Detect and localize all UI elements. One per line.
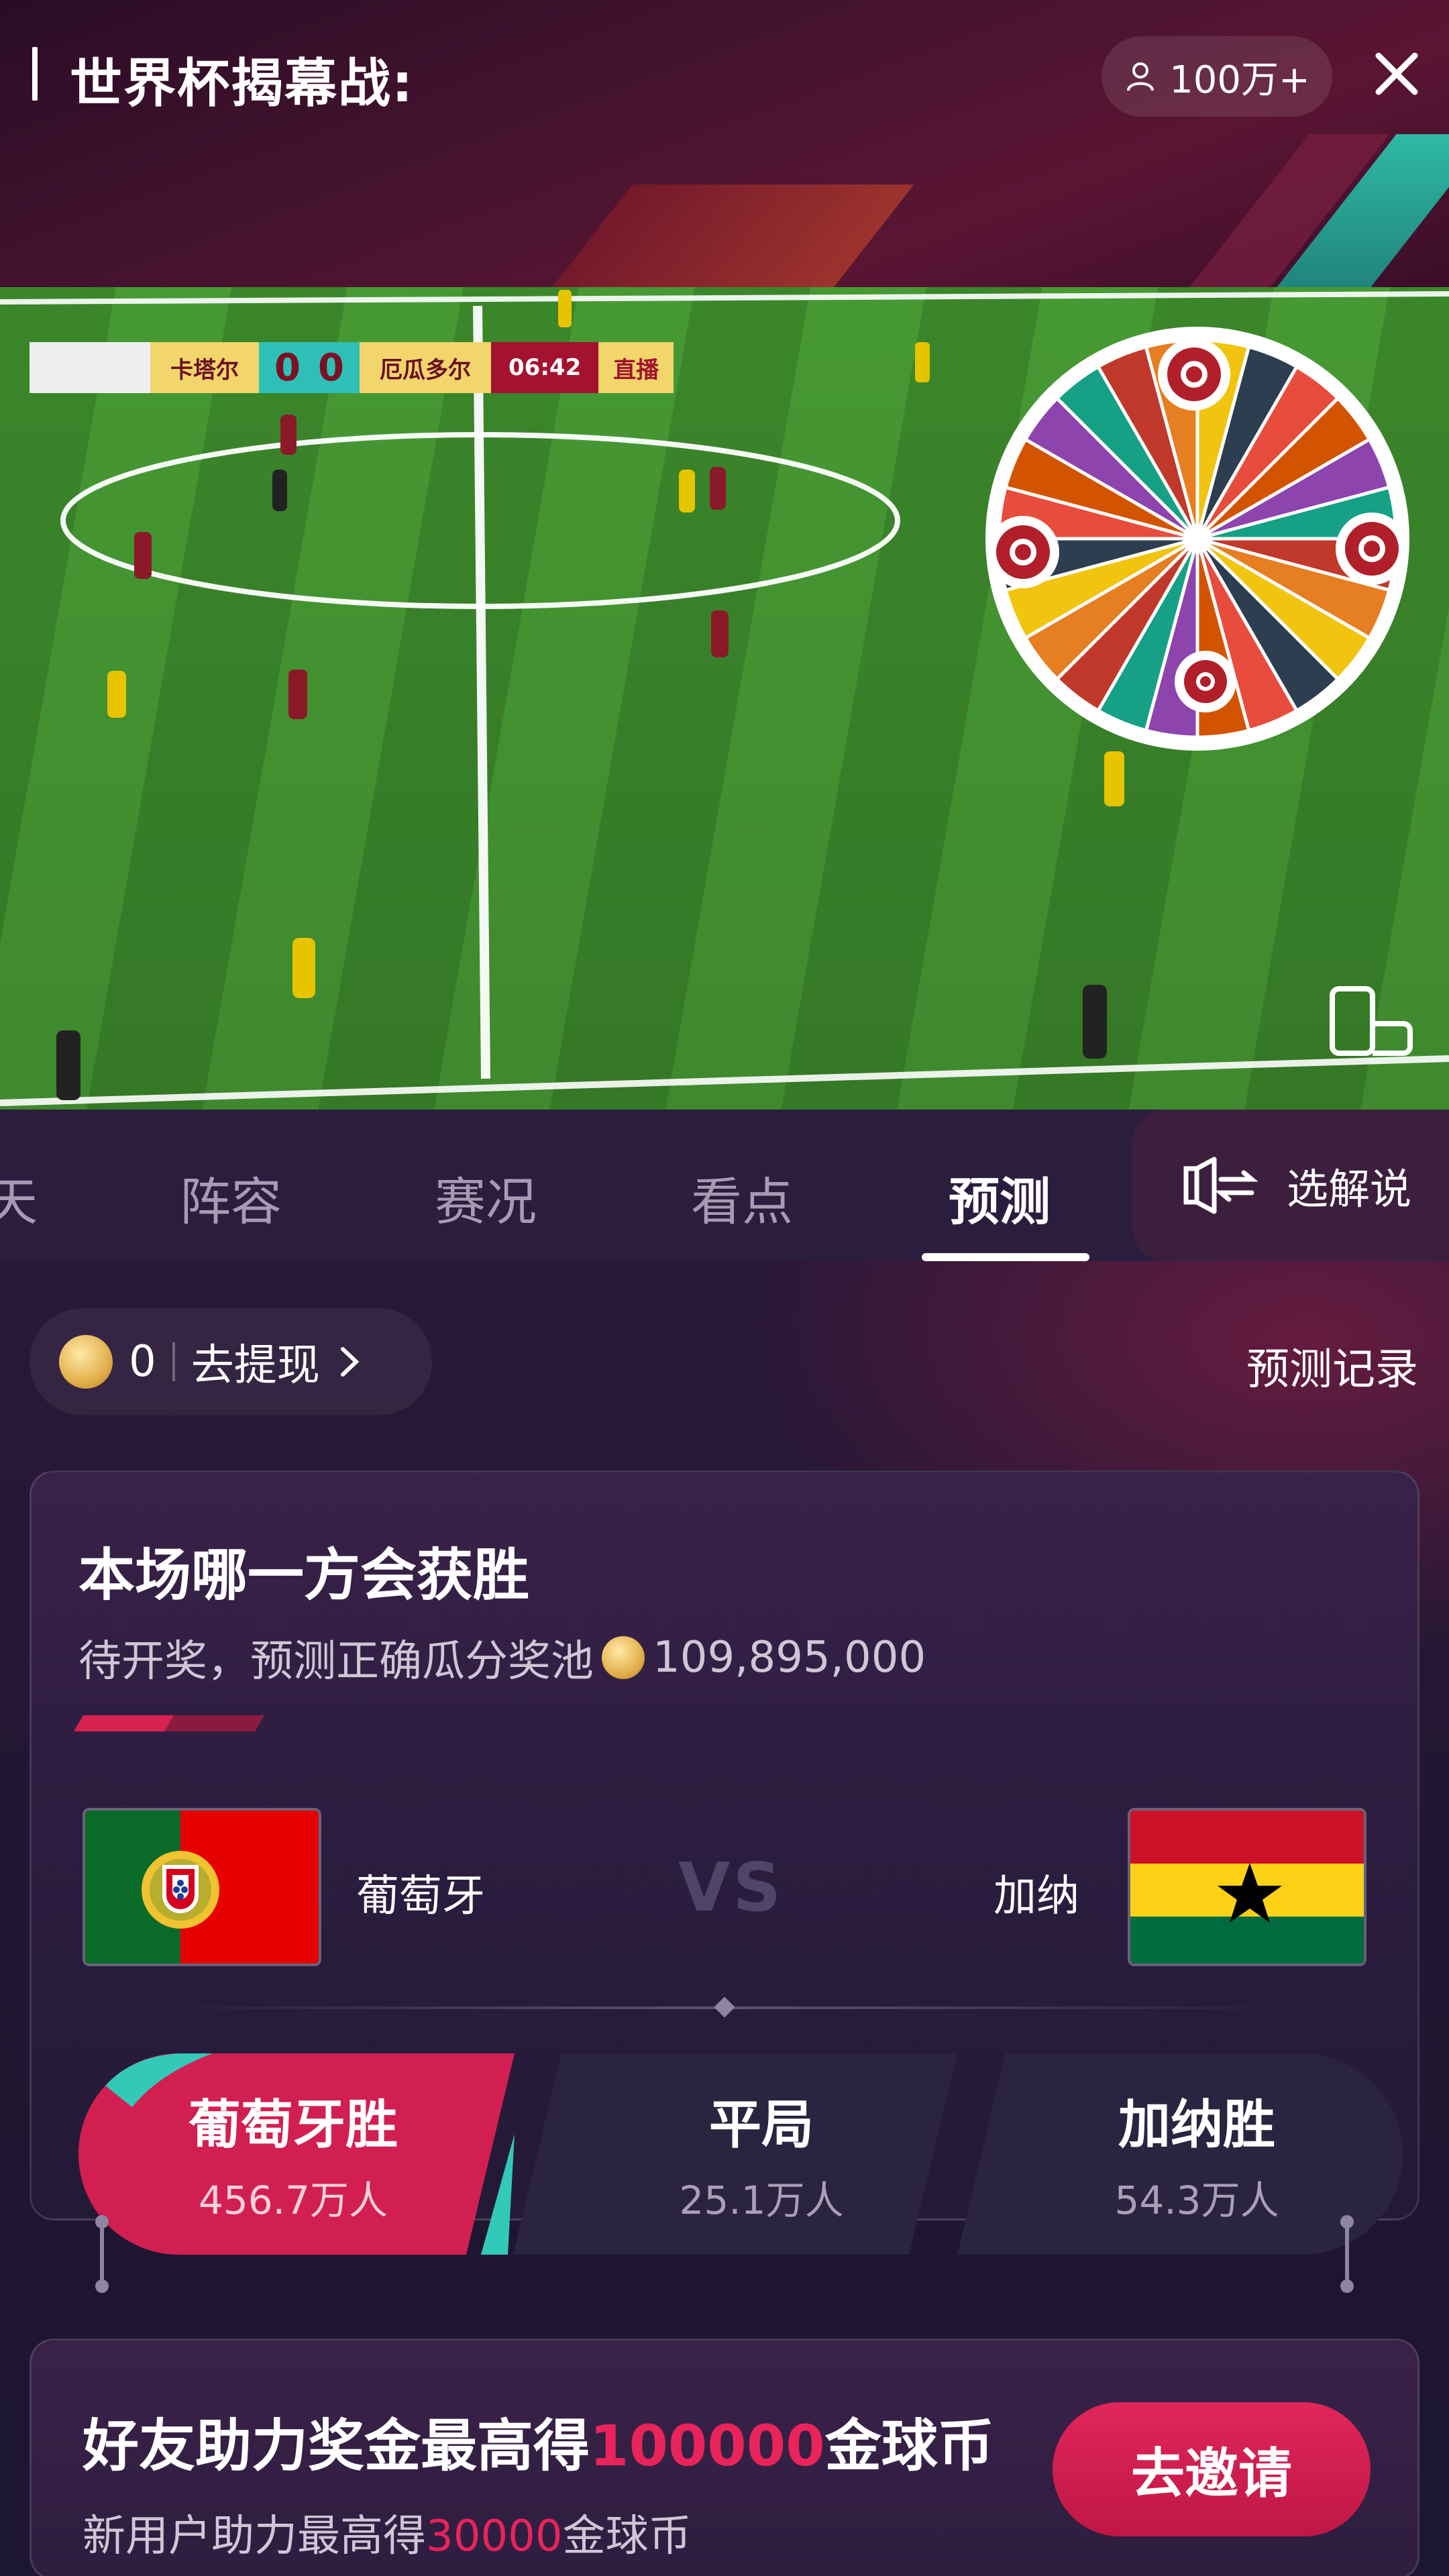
option-count: 54.3万人 bbox=[1114, 2178, 1279, 2223]
tab-bar: 天 阵容 赛况 看点 预测 选解说 bbox=[0, 1110, 1449, 1261]
prize-pool-amount: 109,895,000 bbox=[653, 1633, 926, 1682]
prize-pool: 待开奖，预测正确瓜分奖池 109,895,000 bbox=[78, 1627, 926, 1688]
prize-pool-label: 待开奖，预测正确瓜分奖池 bbox=[78, 1637, 594, 1686]
select-commentary-label: 选解说 bbox=[1287, 1165, 1412, 1214]
away-team: 厄瓜多尔 bbox=[360, 342, 491, 393]
tab-highlights[interactable]: 看点 bbox=[691, 1161, 793, 1234]
invite-button[interactable]: 去邀请 bbox=[1053, 2402, 1371, 2536]
viewer-count-text: 100万+ bbox=[1169, 58, 1310, 102]
away-team-name: 加纳 bbox=[994, 1872, 1079, 1921]
home-team-name: 葡萄牙 bbox=[356, 1872, 485, 1921]
card-connector bbox=[95, 2215, 109, 2293]
match-time: 06:42 bbox=[491, 342, 599, 393]
players bbox=[134, 415, 729, 719]
option-count: 456.7万人 bbox=[198, 2178, 388, 2223]
scoreboard: 卡塔尔 0 0 厄瓜多尔 06:42 直播 bbox=[30, 341, 674, 394]
option-label: 平局 bbox=[708, 2095, 814, 2155]
prize-wheel[interactable] bbox=[969, 311, 1426, 767]
active-tab-indicator bbox=[922, 1253, 1089, 1261]
invite-card: 好友助力奖金最高得100000金球币 新用户助力最高得30000金球币 去邀请 bbox=[30, 2339, 1419, 2576]
prediction-options: 葡萄牙胜 456.7万人 平局 25.1万人 加纳胜 54.3万人 bbox=[78, 2053, 1403, 2255]
prediction-panel: 0 去提现 预测记录 本场哪一方会获胜 待开奖，预测正确瓜分奖池 109,895… bbox=[0, 1261, 1449, 2576]
live-video-player[interactable]: 卡塔尔 0 0 厄瓜多尔 06:42 直播 bbox=[0, 287, 1449, 1110]
tab-lineup[interactable]: 阵容 bbox=[180, 1161, 282, 1234]
tab-prediction[interactable]: 预测 bbox=[949, 1161, 1051, 1234]
coin-balance[interactable]: 0 去提现 bbox=[30, 1308, 432, 1415]
withdraw-link[interactable]: 去提现 bbox=[191, 1331, 320, 1393]
option-draw[interactable]: 平局 25.1万人 bbox=[560, 2053, 963, 2255]
live-badge: 直播 bbox=[598, 342, 674, 393]
invite-sub-amount: 30000 bbox=[426, 2512, 563, 2561]
invite-amount: 100000 bbox=[590, 2413, 825, 2479]
commentary-switch-icon bbox=[1183, 1157, 1258, 1214]
prediction-question: 本场哪一方会获胜 bbox=[78, 1542, 530, 1608]
chevron-right-icon bbox=[340, 1347, 360, 1377]
select-commentary-button[interactable]: 选解说 bbox=[1132, 1110, 1449, 1261]
accent-decoration bbox=[74, 1715, 264, 1731]
vs-label: VS bbox=[678, 1848, 784, 1927]
page-title: 世界杯揭幕战: bbox=[70, 54, 415, 114]
option-label: 葡萄牙胜 bbox=[188, 2095, 398, 2155]
viewer-count: 100万+ bbox=[1102, 36, 1332, 117]
tab-chat[interactable]: 天 bbox=[0, 1161, 38, 1234]
prediction-card: 本场哪一方会获胜 待开奖，预测正确瓜分奖池 109,895,000 葡萄牙 VS… bbox=[30, 1470, 1419, 2255]
invite-title: 好友助力奖金最高得100000金球币 bbox=[83, 2413, 994, 2479]
home-score: 0 bbox=[274, 345, 301, 390]
option-home-win[interactable]: 葡萄牙胜 456.7万人 bbox=[78, 2053, 508, 2255]
coin-icon bbox=[602, 1636, 645, 1679]
tab-match-status[interactable]: 赛况 bbox=[435, 1161, 537, 1234]
header: 世界杯揭幕战: 100万+ bbox=[0, 0, 1449, 287]
option-label: 加纳胜 bbox=[1118, 2095, 1275, 2155]
header-decoration bbox=[548, 184, 914, 287]
away-score: 0 bbox=[318, 345, 344, 390]
card-connector bbox=[1340, 2215, 1354, 2293]
score: 0 0 bbox=[259, 342, 360, 393]
title-marker bbox=[32, 47, 38, 101]
invite-subtitle: 新用户助力最高得30000金球币 bbox=[83, 2512, 692, 2561]
ghana-flag bbox=[1128, 1808, 1366, 1966]
coin-icon bbox=[59, 1335, 113, 1389]
coin-count: 0 bbox=[129, 1337, 156, 1387]
option-count: 25.1万人 bbox=[679, 2178, 844, 2223]
portugal-flag bbox=[83, 1808, 321, 1966]
home-team: 卡塔尔 bbox=[150, 342, 259, 393]
prediction-record-link[interactable]: 预测记录 bbox=[1246, 1335, 1418, 1397]
rotate-screen-icon[interactable] bbox=[1328, 985, 1415, 1059]
close-button[interactable] bbox=[1363, 40, 1430, 107]
close-icon bbox=[1375, 52, 1418, 95]
user-icon bbox=[1127, 62, 1155, 91]
